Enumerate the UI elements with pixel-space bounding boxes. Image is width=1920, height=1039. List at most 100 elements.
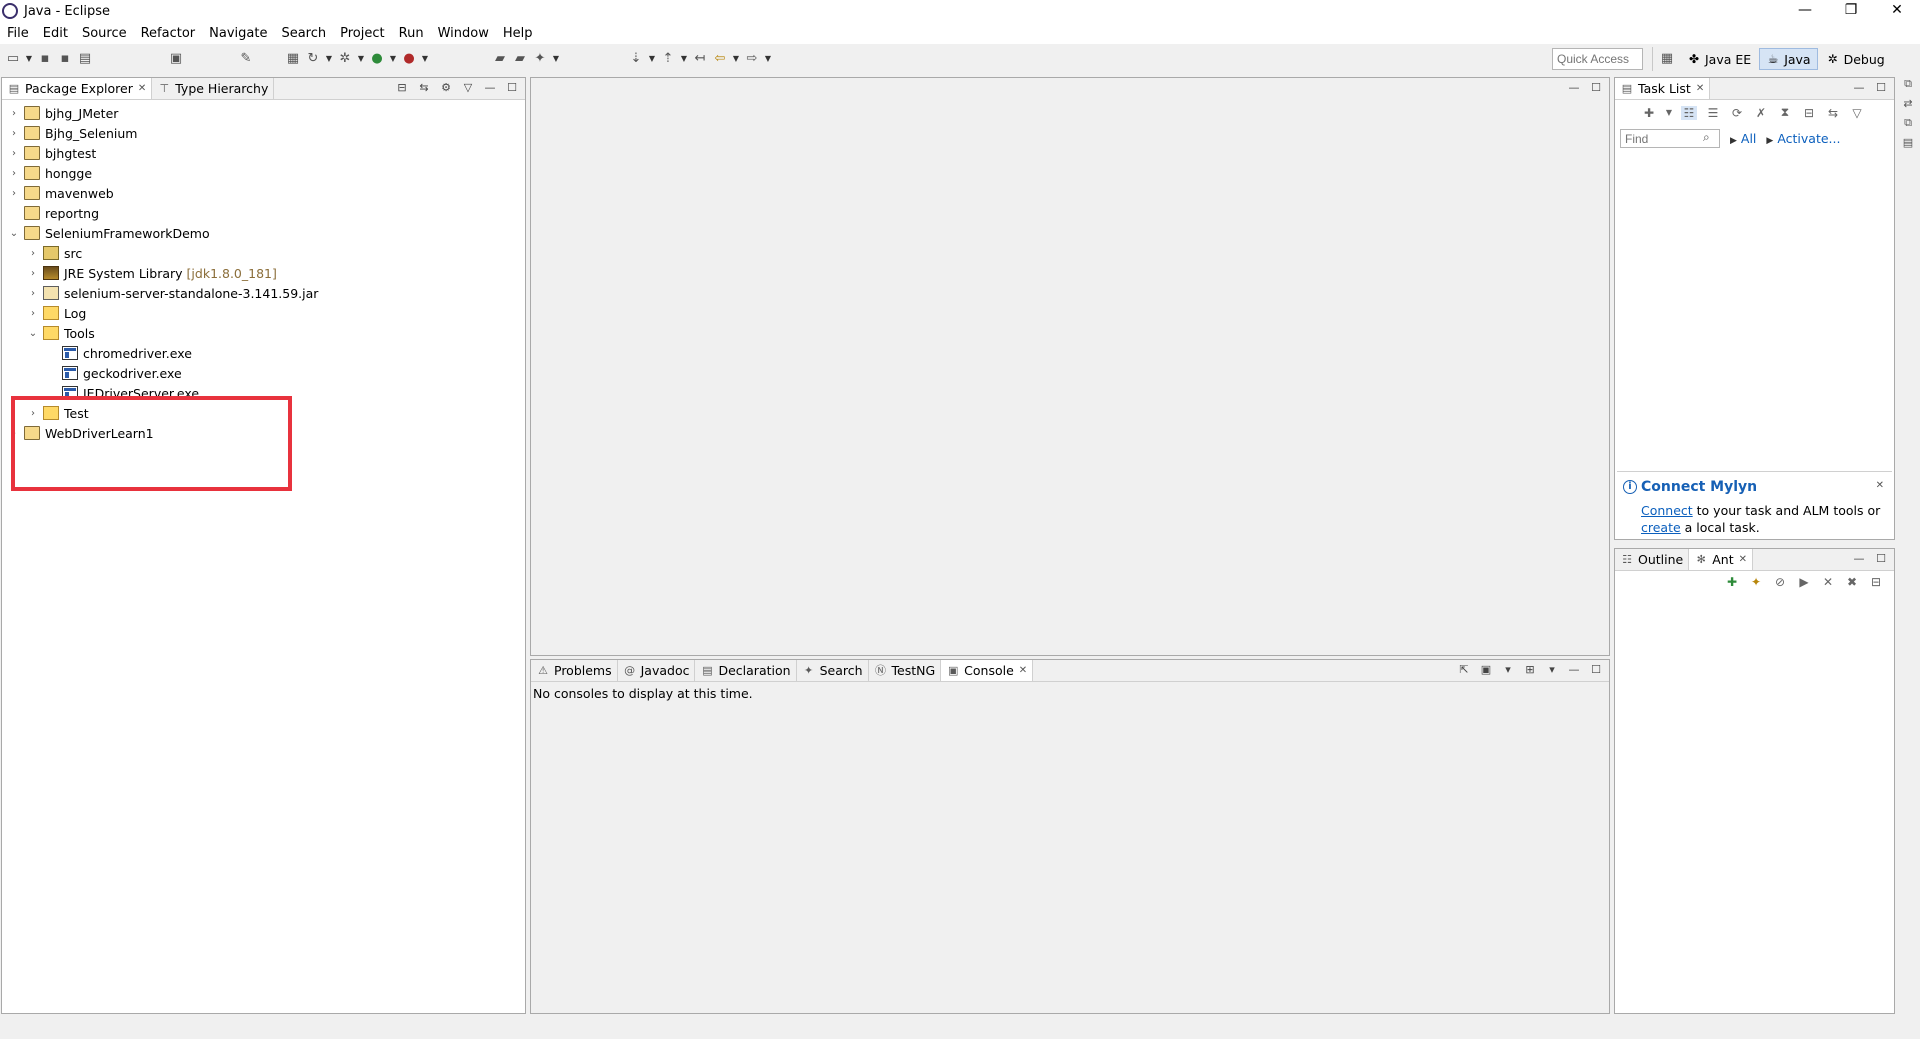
chevron-down-icon[interactable]: ▼ — [357, 51, 365, 67]
new-icon[interactable]: ▭ — [5, 51, 21, 67]
close-icon[interactable]: ✕ — [1019, 665, 1027, 676]
toggle-breakpoint-icon[interactable]: ✎ — [238, 51, 254, 67]
open-console-icon[interactable]: ⊞ — [1523, 663, 1537, 676]
refresh-icon[interactable]: ↻ — [305, 51, 321, 67]
chevron-down-icon[interactable]: ▼ — [764, 51, 772, 67]
chevron-down-icon[interactable]: ▼ — [680, 51, 688, 67]
maximize-icon[interactable]: ☐ — [505, 81, 519, 94]
chevron-right-icon[interactable]: › — [27, 308, 39, 319]
add-search-icon[interactable]: ✦ — [1748, 575, 1764, 589]
view-menu-icon[interactable]: ▽ — [1849, 106, 1865, 120]
tab-outline[interactable]: ☷ Outline — [1615, 549, 1690, 570]
chevron-down-icon[interactable]: ▼ — [552, 51, 560, 67]
restore-button[interactable]: ❐ — [1828, 0, 1874, 22]
collapse-all-icon[interactable]: ⊟ — [395, 81, 409, 94]
chevron-right-icon[interactable]: › — [27, 268, 39, 279]
menu-navigate[interactable]: Navigate — [209, 26, 267, 41]
activate-link[interactable]: ▶ Activate... — [1766, 131, 1840, 146]
chevron-down-icon[interactable]: ▾ — [1545, 663, 1559, 676]
filter-icon[interactable]: ⚙ — [439, 81, 453, 94]
close-icon[interactable]: ✕ — [1696, 83, 1704, 94]
forward-icon[interactable]: ⇨ — [744, 51, 760, 67]
new-task-icon[interactable]: ✚ — [1641, 106, 1657, 120]
chevron-down-icon[interactable]: ▾ — [1501, 663, 1515, 676]
tree-item[interactable]: › bjhg_JMeter — [8, 103, 118, 123]
save-icon[interactable]: ▪ — [37, 51, 53, 67]
close-button[interactable]: ✕ — [1874, 0, 1920, 22]
tree-item[interactable]: geckodriver.exe — [46, 363, 182, 383]
save-all-icon[interactable]: ▪ — [57, 51, 73, 67]
debug-icon[interactable]: ✲ — [337, 51, 353, 67]
tree-item[interactable]: chromedriver.exe — [46, 343, 192, 363]
open-perspective-icon[interactable]: ▦ — [1659, 51, 1675, 67]
minimize-icon[interactable]: — — [1852, 552, 1866, 565]
link-editor-icon[interactable]: ⇆ — [417, 81, 431, 94]
package-icon[interactable]: ▦ — [285, 51, 301, 67]
tree-item[interactable]: › mavenweb — [8, 183, 114, 203]
chevron-right-icon[interactable]: › — [27, 248, 39, 259]
restore-icon[interactable]: ⧉ — [1904, 77, 1912, 91]
search-icon[interactable]: ✦ — [532, 51, 548, 67]
connect-link[interactable]: Connect — [1641, 503, 1693, 518]
menu-project[interactable]: Project — [340, 26, 384, 41]
perspective-java-ee[interactable]: ✤ Java EE — [1681, 48, 1757, 70]
chevron-right-icon[interactable]: › — [8, 148, 20, 159]
filter-all-link[interactable]: ▶ All — [1730, 131, 1756, 146]
print-icon[interactable]: ▤ — [77, 51, 93, 67]
menu-run[interactable]: Run — [399, 26, 424, 41]
tab-console[interactable]: ▣ Console ✕ — [941, 660, 1034, 681]
minimize-icon[interactable]: — — [1852, 81, 1866, 94]
close-icon[interactable]: ✕ — [1876, 480, 1884, 491]
add-buildfile-icon[interactable]: ✚ — [1724, 575, 1740, 589]
maximize-icon[interactable]: ☐ — [1874, 552, 1888, 565]
minimize-icon[interactable]: — — [1567, 81, 1581, 94]
create-link[interactable]: create — [1641, 520, 1681, 535]
restore-icon[interactable]: ⧉ — [1904, 116, 1912, 130]
scheduled-icon[interactable]: ☰ — [1705, 106, 1721, 120]
chevron-right-icon[interactable]: › — [8, 168, 20, 179]
coverage-icon[interactable]: ● — [401, 51, 417, 67]
run-icon[interactable]: ● — [369, 51, 385, 67]
hierarchy-icon[interactable]: ⇄ — [1903, 97, 1912, 110]
open-type-icon[interactable]: ▰ — [492, 51, 508, 67]
prev-annotation-icon[interactable]: ⇡ — [660, 51, 676, 67]
open-folder-icon[interactable]: ▰ — [512, 51, 528, 67]
collapse-all-icon[interactable]: ⊟ — [1801, 106, 1817, 120]
tab-testng[interactable]: Ⓝ TestNG — [869, 660, 942, 681]
minimize-icon[interactable]: — — [1567, 663, 1581, 676]
tree-item[interactable]: › hongge — [8, 163, 92, 183]
perspective-java[interactable]: ☕ Java — [1759, 48, 1818, 70]
tab-problems[interactable]: ⚠ Problems — [531, 660, 618, 681]
chevron-down-icon[interactable]: ▼ — [25, 51, 33, 67]
tree-item[interactable]: › src — [27, 243, 82, 263]
display-console-icon[interactable]: ▣ — [1479, 663, 1493, 676]
perspective-debug[interactable]: ✲ Debug — [1820, 48, 1891, 70]
menu-edit[interactable]: Edit — [43, 26, 68, 41]
categorized-icon[interactable]: ☷ — [1681, 105, 1697, 120]
tab-package-explorer[interactable]: ▤ Package Explorer ✕ — [2, 78, 153, 99]
tab-search[interactable]: ✦ Search — [797, 660, 869, 681]
task-list-icon[interactable]: ▤ — [1903, 136, 1913, 149]
remove-all-icon[interactable]: ✖ — [1844, 575, 1860, 589]
focus-icon[interactable]: ✗ — [1753, 106, 1769, 120]
chevron-down-icon[interactable]: ⌄ — [27, 328, 39, 339]
collapse-all-icon[interactable]: ⊟ — [1868, 575, 1884, 589]
chevron-down-icon[interactable]: ▼ — [732, 51, 740, 67]
tree-item[interactable]: reportng — [8, 203, 99, 223]
tab-javadoc[interactable]: @ Javadoc — [618, 660, 696, 681]
chevron-down-icon[interactable]: ⌄ — [8, 228, 20, 239]
remove-icon[interactable]: ✕ — [1820, 575, 1836, 589]
close-icon[interactable]: ✕ — [1739, 554, 1747, 565]
menu-refactor[interactable]: Refactor — [141, 26, 196, 41]
pin-icon[interactable]: ⇱ — [1457, 663, 1471, 676]
menu-source[interactable]: Source — [82, 26, 127, 41]
hide-internal-icon[interactable]: ⊘ — [1772, 575, 1788, 589]
close-icon[interactable]: ✕ — [138, 83, 146, 94]
tree-item[interactable]: › Log — [27, 303, 86, 323]
tree-item[interactable]: ⌄ Tools — [27, 323, 95, 343]
console-view-icon[interactable]: ▣ — [168, 51, 184, 67]
chevron-down-icon[interactable]: ▼ — [325, 51, 333, 67]
chevron-down-icon[interactable]: ▼ — [648, 51, 656, 67]
menu-help[interactable]: Help — [503, 26, 533, 41]
view-menu-icon[interactable]: ▽ — [461, 81, 475, 94]
